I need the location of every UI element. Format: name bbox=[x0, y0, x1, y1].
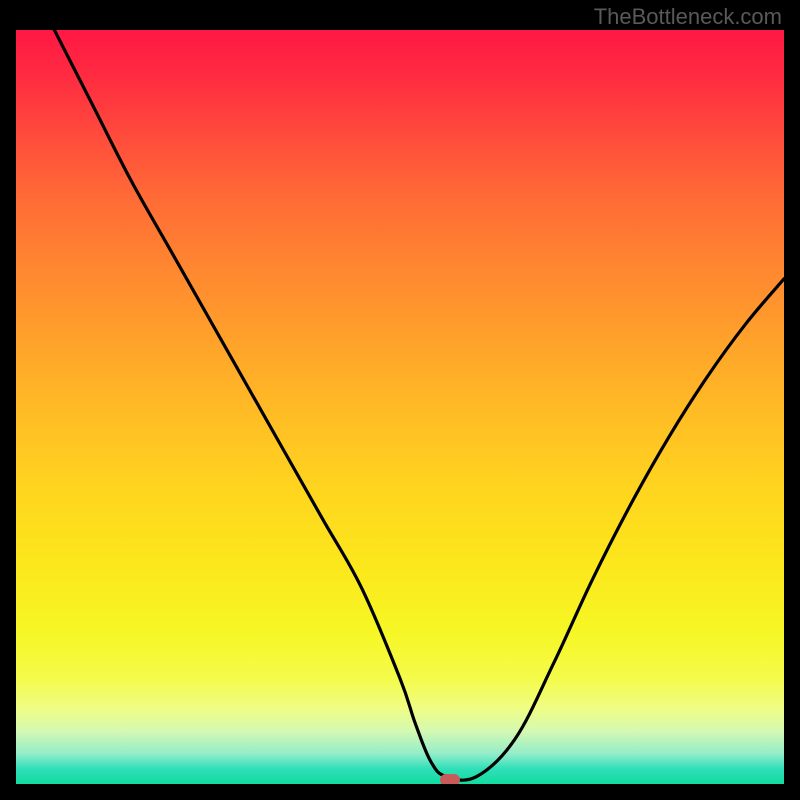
optimal-point-marker bbox=[440, 774, 460, 784]
chart-plot-area bbox=[16, 30, 784, 784]
watermark-text: TheBottleneck.com bbox=[594, 4, 782, 30]
curve-svg bbox=[16, 30, 784, 784]
bottleneck-curve bbox=[54, 30, 784, 780]
